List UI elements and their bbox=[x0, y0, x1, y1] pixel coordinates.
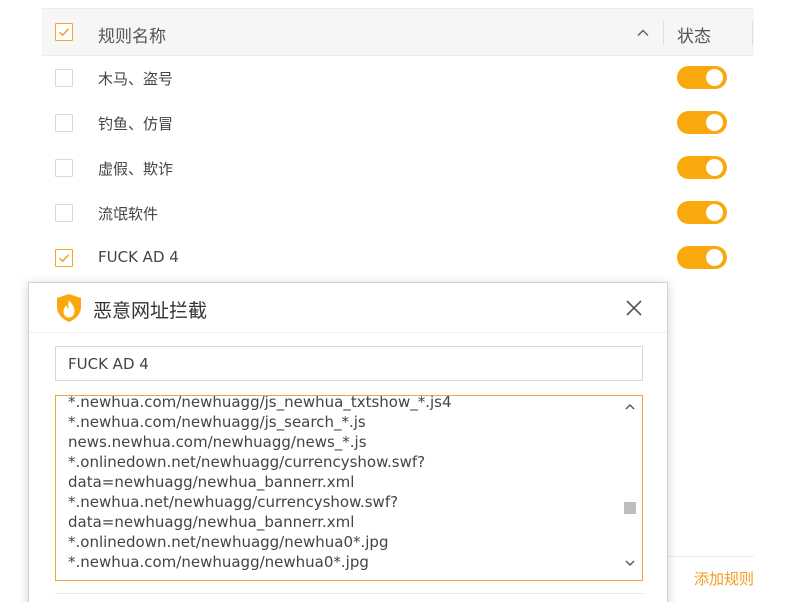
toggle-knob bbox=[706, 114, 723, 131]
scroll-down-icon[interactable] bbox=[624, 558, 636, 568]
url-line: *.newhua.com/newhuagg/js_search_*.js bbox=[68, 413, 366, 431]
table-header: 规则名称 状态 bbox=[42, 8, 754, 56]
toggle-knob bbox=[706, 69, 723, 86]
url-line: news.newhua.com/newhuagg/news_*.js bbox=[68, 433, 367, 451]
rule-name: 虚假、欺诈 bbox=[98, 160, 174, 178]
status-toggle[interactable] bbox=[677, 156, 727, 179]
select-all-checkbox[interactable] bbox=[55, 23, 73, 41]
row-checkbox[interactable] bbox=[55, 204, 73, 222]
status-toggle[interactable] bbox=[677, 246, 727, 269]
status-toggle[interactable] bbox=[677, 201, 727, 224]
table-row: 虚假、欺诈 bbox=[42, 146, 754, 191]
url-line: *.onlinedown.net/newhuagg/currencyshow.s… bbox=[68, 453, 426, 471]
toggle-knob bbox=[706, 204, 723, 221]
url-line: *.onlinedown.net/newhuagg/newhua0*.jpg bbox=[68, 533, 389, 551]
scroll-up-icon[interactable] bbox=[624, 402, 636, 412]
column-header-status: 状态 bbox=[677, 27, 711, 47]
scrollbar-thumb[interactable] bbox=[624, 502, 636, 514]
status-toggle[interactable] bbox=[677, 66, 727, 89]
add-rule-link[interactable]: 添加规则 bbox=[694, 568, 754, 589]
malicious-url-dialog: 恶意网址拦截 *.newhua.com/newhuagg/js_newhua_t… bbox=[28, 282, 668, 602]
url-line: *.newhua.com/newhuagg/newhua0*.jpg bbox=[68, 553, 369, 571]
rule-name: 流氓软件 bbox=[98, 205, 159, 223]
table-row: FUCK AD 4 bbox=[42, 236, 754, 281]
checkmark-icon bbox=[58, 254, 70, 263]
url-list: *.newhua.com/newhuagg/js_newhua_txtshow_… bbox=[68, 395, 618, 572]
dialog-footer-divider bbox=[55, 593, 643, 594]
rule-name-input[interactable] bbox=[55, 346, 643, 381]
url-line: data=newhuagg/newhua_bannerr.xml bbox=[68, 473, 355, 491]
row-checkbox[interactable] bbox=[55, 159, 73, 177]
close-icon[interactable] bbox=[623, 297, 645, 319]
table-row: 流氓软件 bbox=[42, 191, 754, 236]
column-header-name: 规则名称 bbox=[98, 27, 166, 47]
rule-name: 木马、盗号 bbox=[98, 70, 174, 88]
chevron-up-icon[interactable] bbox=[635, 25, 651, 41]
status-toggle[interactable] bbox=[677, 111, 727, 134]
toggle-knob bbox=[706, 249, 723, 266]
url-line: data=newhuagg/newhua_bannerr.xml bbox=[68, 513, 355, 531]
table-row: 钓鱼、仿冒 bbox=[42, 101, 754, 146]
dialog-header: 恶意网址拦截 bbox=[29, 283, 667, 333]
table-row: 木马、盗号 bbox=[42, 56, 754, 101]
row-checkbox[interactable] bbox=[55, 114, 73, 132]
dialog-title: 恶意网址拦截 bbox=[93, 300, 208, 322]
url-line: *.newhua.com/newhuagg/js_newhua_txtshow_… bbox=[68, 395, 452, 411]
url-list-textarea[interactable]: *.newhua.com/newhuagg/js_newhua_txtshow_… bbox=[55, 395, 643, 581]
rule-name: FUCK AD 4 bbox=[98, 248, 179, 266]
column-divider bbox=[752, 21, 753, 45]
row-checkbox[interactable] bbox=[55, 249, 73, 267]
row-checkbox[interactable] bbox=[55, 69, 73, 87]
checkmark-icon bbox=[58, 28, 70, 37]
rule-name: 钓鱼、仿冒 bbox=[98, 115, 174, 133]
toggle-knob bbox=[706, 159, 723, 176]
shield-flame-icon bbox=[57, 294, 81, 322]
column-divider bbox=[663, 21, 664, 45]
url-line: *.newhua.net/newhuagg/currencyshow.swf? bbox=[68, 493, 399, 511]
